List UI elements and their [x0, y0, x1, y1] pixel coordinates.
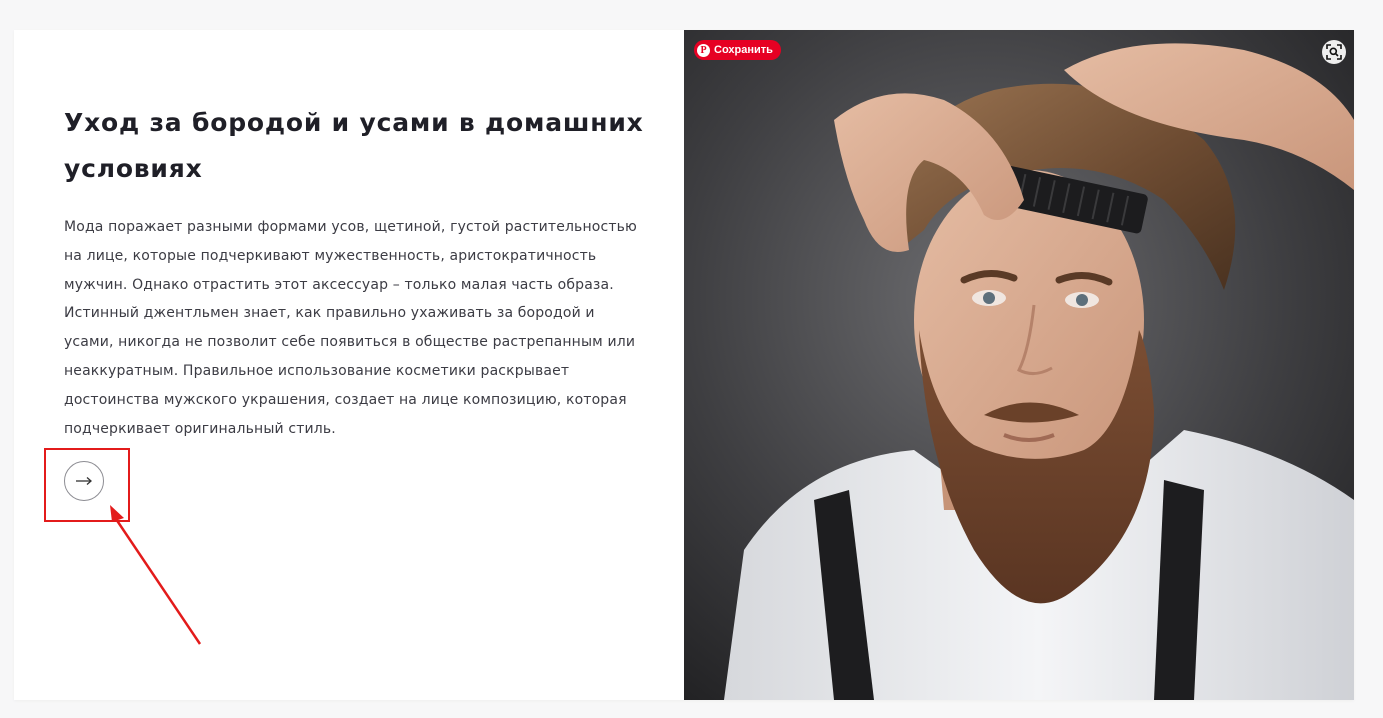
- visual-search-button[interactable]: [1322, 40, 1346, 64]
- pinterest-save-label: Сохранить: [714, 44, 773, 56]
- lens-search-icon: [1326, 44, 1342, 60]
- pinterest-icon: P: [697, 43, 710, 57]
- article-text-column: Уход за бородой и усами в домашних услов…: [14, 30, 684, 700]
- bearded-man-photo: [684, 30, 1354, 700]
- article-title: Уход за бородой и усами в домашних услов…: [64, 108, 644, 183]
- article-body: Мода поражает разными формами усов, щети…: [64, 219, 637, 437]
- article-card: Уход за бородой и усами в домашних услов…: [14, 30, 1354, 700]
- pinterest-save-button[interactable]: P Сохранить: [694, 40, 781, 60]
- annotation-highlight-box: [44, 448, 130, 522]
- article-photo: P Сохранить: [684, 30, 1354, 700]
